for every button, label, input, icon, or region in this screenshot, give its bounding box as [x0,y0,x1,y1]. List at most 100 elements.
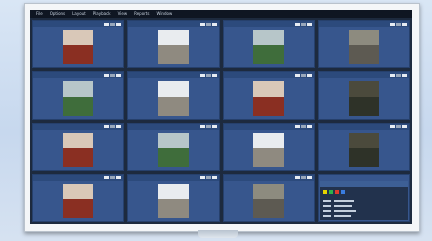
ptz-icon[interactable] [300,22,306,26]
camera-tile[interactable] [317,71,410,120]
ptz-icon[interactable] [396,73,401,77]
status-dot-icon[interactable] [340,189,345,194]
record-icon[interactable] [199,73,205,77]
camera-controls[interactable] [199,176,217,180]
camera-controls[interactable] [199,22,217,26]
snapshot-icon[interactable] [402,22,407,26]
status-dot-icon[interactable] [334,189,339,194]
snapshot-icon[interactable] [116,125,122,128]
snapshot-icon[interactable] [116,73,122,77]
snapshot-icon[interactable] [116,176,122,180]
record-icon[interactable] [294,176,300,180]
record-icon[interactable] [104,176,110,180]
camera-video-feed[interactable] [253,132,284,167]
camera-video-feed[interactable] [158,81,189,116]
camera-video-feed[interactable] [158,183,189,218]
record-icon[interactable] [199,22,205,26]
camera-tile[interactable] [32,173,125,222]
event-row[interactable] [322,214,405,218]
ptz-icon[interactable] [300,125,306,128]
record-icon[interactable] [294,22,300,26]
menu-view[interactable]: View [118,10,128,18]
ptz-icon[interactable] [110,176,116,180]
camera-video-feed[interactable] [253,30,284,65]
record-icon[interactable] [199,176,205,180]
status-dot-icon[interactable] [322,189,327,194]
camera-tile[interactable] [127,173,220,222]
event-row[interactable] [322,199,405,203]
ptz-icon[interactable] [205,125,211,128]
camera-tile[interactable] [222,71,315,120]
camera-video-feed[interactable] [348,30,380,65]
menu-file[interactable]: File [36,10,43,18]
camera-tile[interactable] [127,122,220,171]
ptz-icon[interactable] [300,176,306,180]
record-icon[interactable] [390,22,395,26]
menu-window[interactable]: Window [156,10,172,18]
camera-video-feed[interactable] [62,81,94,116]
snapshot-icon[interactable] [402,125,407,128]
camera-video-feed[interactable] [253,183,284,218]
snapshot-icon[interactable] [402,73,407,77]
camera-video-feed[interactable] [62,132,94,167]
camera-video-feed[interactable] [158,30,189,65]
snapshot-icon[interactable] [306,22,312,26]
record-icon[interactable] [199,125,205,128]
camera-controls[interactable] [294,22,312,26]
ptz-icon[interactable] [110,125,116,128]
camera-tile[interactable] [317,122,410,171]
status-dot-icon[interactable] [328,189,333,194]
camera-controls[interactable] [104,73,122,77]
ptz-icon[interactable] [205,73,211,77]
menu-layout[interactable]: Layout [72,10,86,18]
camera-controls[interactable] [294,125,312,128]
camera-tile[interactable] [222,122,315,171]
camera-tile[interactable] [32,122,125,171]
camera-tile[interactable] [222,173,315,222]
snapshot-icon[interactable] [306,125,312,128]
camera-controls[interactable] [390,22,407,26]
record-icon[interactable] [390,73,395,77]
ptz-icon[interactable] [110,73,116,77]
record-icon[interactable] [390,125,395,128]
record-icon[interactable] [104,125,110,128]
snapshot-icon[interactable] [306,176,312,180]
camera-video-feed[interactable] [62,30,94,65]
record-icon[interactable] [294,73,300,77]
camera-tile[interactable] [222,20,315,69]
camera-controls[interactable] [294,73,312,77]
camera-controls[interactable] [390,73,407,77]
camera-controls[interactable] [390,125,407,128]
camera-tile[interactable] [127,20,220,69]
menu-playback[interactable]: Playback [93,10,111,18]
menu-options[interactable]: Options [50,10,65,18]
camera-video-feed[interactable] [348,81,380,116]
snapshot-icon[interactable] [211,176,217,180]
camera-controls[interactable] [104,125,122,128]
record-icon[interactable] [294,125,300,128]
menu-reports[interactable]: Reports [134,10,149,18]
camera-video-feed[interactable] [348,132,380,167]
ptz-icon[interactable] [205,176,211,180]
snapshot-icon[interactable] [211,73,217,77]
camera-controls[interactable] [104,176,122,180]
camera-video-feed[interactable] [62,183,94,218]
snapshot-icon[interactable] [211,22,217,26]
snapshot-icon[interactable] [211,125,217,128]
camera-controls[interactable] [294,176,312,180]
camera-controls[interactable] [104,22,122,26]
event-row[interactable] [322,204,405,208]
record-icon[interactable] [104,22,110,26]
ptz-icon[interactable] [205,22,211,26]
ptz-icon[interactable] [300,73,306,77]
camera-controls[interactable] [199,125,217,128]
event-row[interactable] [322,209,405,213]
camera-tile[interactable] [127,71,220,120]
snapshot-icon[interactable] [306,73,312,77]
camera-video-feed[interactable] [158,132,189,167]
ptz-icon[interactable] [110,22,116,26]
ptz-icon[interactable] [396,125,401,128]
camera-tile[interactable] [32,20,125,69]
camera-tile[interactable] [317,20,410,69]
record-icon[interactable] [104,73,110,77]
